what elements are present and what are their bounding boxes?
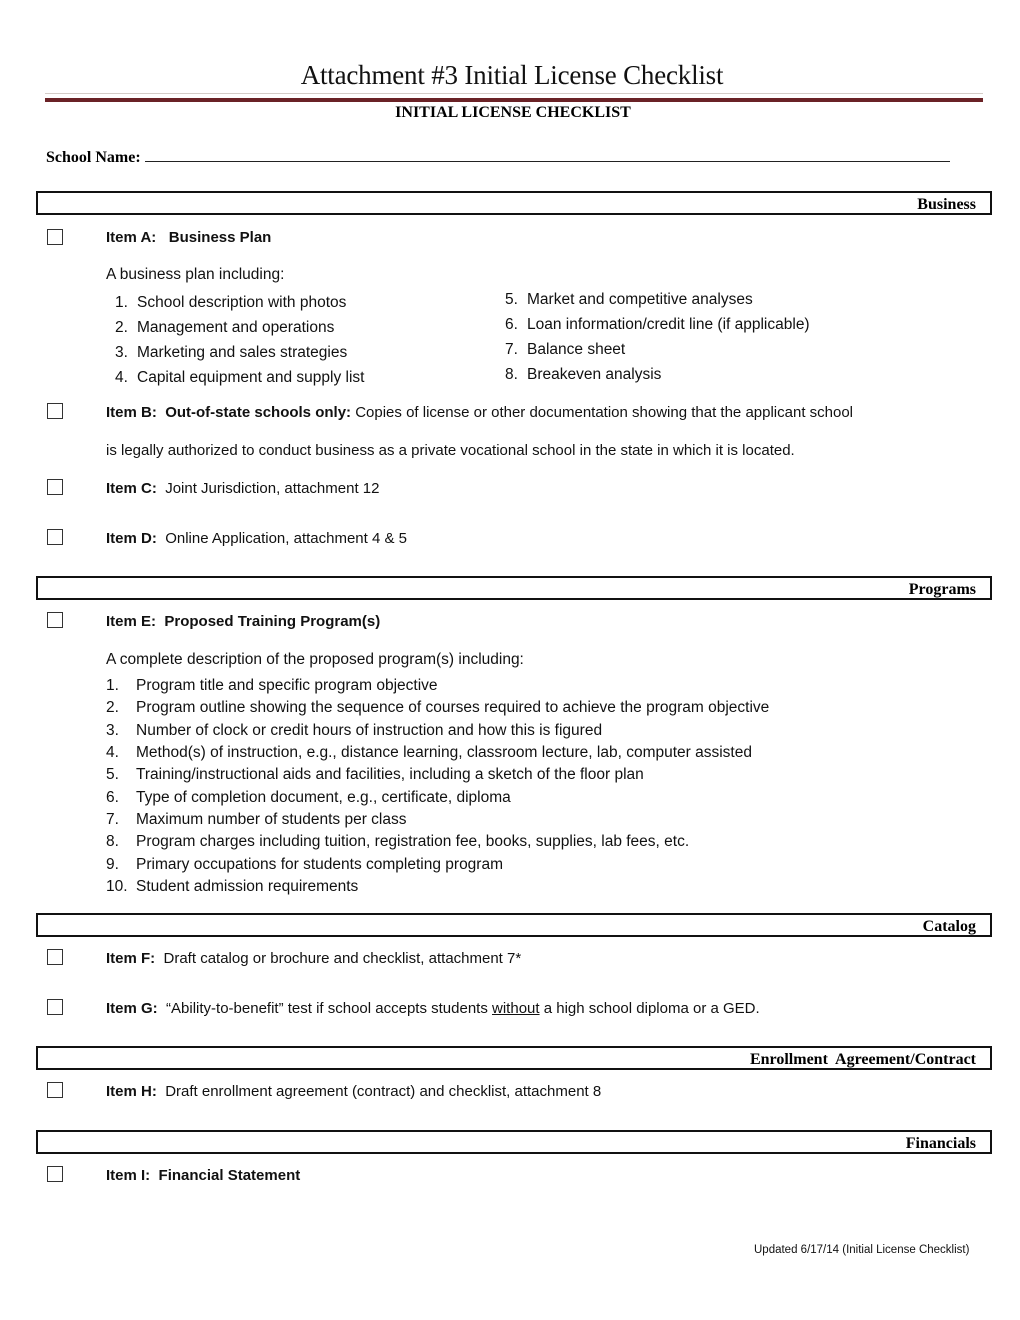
list-item: 10. Student admission requirements (106, 878, 359, 895)
item-label: Item F: (106, 950, 156, 967)
item-a-intro: A business plan including: (106, 266, 285, 283)
item-a-heading: Item A: Business Plan (106, 229, 271, 246)
item-b-checkbox[interactable] (47, 403, 63, 419)
list-item: 7. Balance sheet (505, 341, 626, 358)
item-label: Item A: (106, 229, 157, 246)
item-a-checkbox[interactable] (47, 229, 63, 245)
list-item: 2. Program outline showing the sequence o… (106, 699, 770, 716)
list-item: 1. Program title and specific program obj… (106, 677, 438, 694)
document-title: Attachment #3 Initial License Checklist (300, 60, 724, 90)
list-item: 2. Management and operations (115, 319, 335, 336)
section-header-catalog: Catalog (36, 913, 992, 937)
section-title: Enrollment Agreement/Contract (749, 1051, 976, 1068)
item-emphasis: Out-of-state schools only: (165, 404, 352, 421)
item-label: Item D: (106, 530, 157, 547)
list-item: 4. Method(s) of instruction, e.g., distan… (106, 744, 752, 761)
item-label: Item G: (106, 1000, 158, 1017)
header-thick-rule (45, 98, 983, 102)
section-title: Programs (908, 581, 976, 598)
item-label: Item B: (106, 404, 157, 421)
item-b-line-2: is legally authorized to conduct busines… (106, 442, 795, 459)
section-header-programs: Programs (36, 576, 992, 600)
list-item: 6. Loan information/credit line (if appli… (505, 316, 810, 333)
school-name-field[interactable] (144, 145, 950, 162)
item-e-heading: Item E: Proposed Training Program(s) (106, 613, 380, 630)
list-item: 8. Breakeven analysis (505, 366, 662, 383)
item-d: Item D: Online Application, attachment 4… (106, 530, 408, 547)
list-item: 1. School description with photos (115, 294, 347, 311)
item-f: Item F: Draft catalog or brochure and ch… (106, 950, 522, 967)
item-h-checkbox[interactable] (47, 1082, 63, 1098)
item-f-checkbox[interactable] (47, 949, 63, 965)
item-title: Business Plan (168, 229, 272, 246)
item-b-line-1: Item B: Out-of-state schools only: Copie… (106, 404, 854, 421)
underlined-word: without (492, 1000, 540, 1017)
school-name-row: School Name: (46, 145, 950, 167)
item-label: Item C: (106, 480, 157, 497)
document-subtitle: INITIAL LICENSE CHECKLIST (395, 104, 631, 121)
list-item: 9. Primary occupations for students compl… (106, 856, 503, 873)
section-header-business: Business (36, 191, 992, 215)
item-c-checkbox[interactable] (47, 479, 63, 495)
section-header-financials: Financials (36, 1130, 992, 1154)
item-title: Proposed Training Program(s) (164, 613, 381, 630)
list-item: 7. Maximum number of students per class (106, 811, 407, 828)
item-c: Item C: Joint Jurisdiction, attachment 1… (106, 480, 380, 497)
list-item: 4. Capital equipment and supply list (115, 369, 365, 386)
item-label: Item I: (106, 1167, 151, 1184)
section-title: Business (917, 196, 976, 213)
item-label: Item H: (106, 1083, 157, 1100)
section-title: Financials (905, 1135, 976, 1152)
item-title: Financial Statement (158, 1167, 301, 1184)
item-e-intro: A complete description of the proposed p… (106, 651, 524, 668)
section-title: Catalog (922, 918, 976, 935)
item-i-checkbox[interactable] (47, 1166, 63, 1182)
list-item: 3. Number of clock or credit hours of ins… (106, 722, 603, 739)
header-thin-rule (45, 93, 983, 94)
list-item: 5. Training/instructional aids and facili… (106, 766, 644, 783)
school-name-label: School Name: (46, 149, 141, 166)
item-g: Item G: “Ability-to-benefit” test if sch… (106, 1000, 760, 1017)
item-g-checkbox[interactable] (47, 999, 63, 1015)
section-header-enrollment: Enrollment Agreement/Contract (36, 1046, 992, 1070)
item-label: Item E: (106, 613, 157, 630)
list-item: 5. Market and competitive analyses (505, 291, 753, 308)
item-h: Item H: Draft enrollment agreement (cont… (106, 1083, 602, 1100)
list-item: 8. Program charges including tuition, reg… (106, 833, 690, 850)
list-item: 3. Marketing and sales strategies (115, 344, 348, 361)
item-i-heading: Item I: Financial Statement (106, 1167, 300, 1184)
item-e-checkbox[interactable] (47, 612, 63, 628)
item-d-checkbox[interactable] (47, 529, 63, 545)
footer-updated-note: Updated 6/17/14 (Initial License Checkli… (754, 1244, 970, 1256)
list-item: 6. Type of completion document, e.g., cer… (106, 789, 511, 806)
